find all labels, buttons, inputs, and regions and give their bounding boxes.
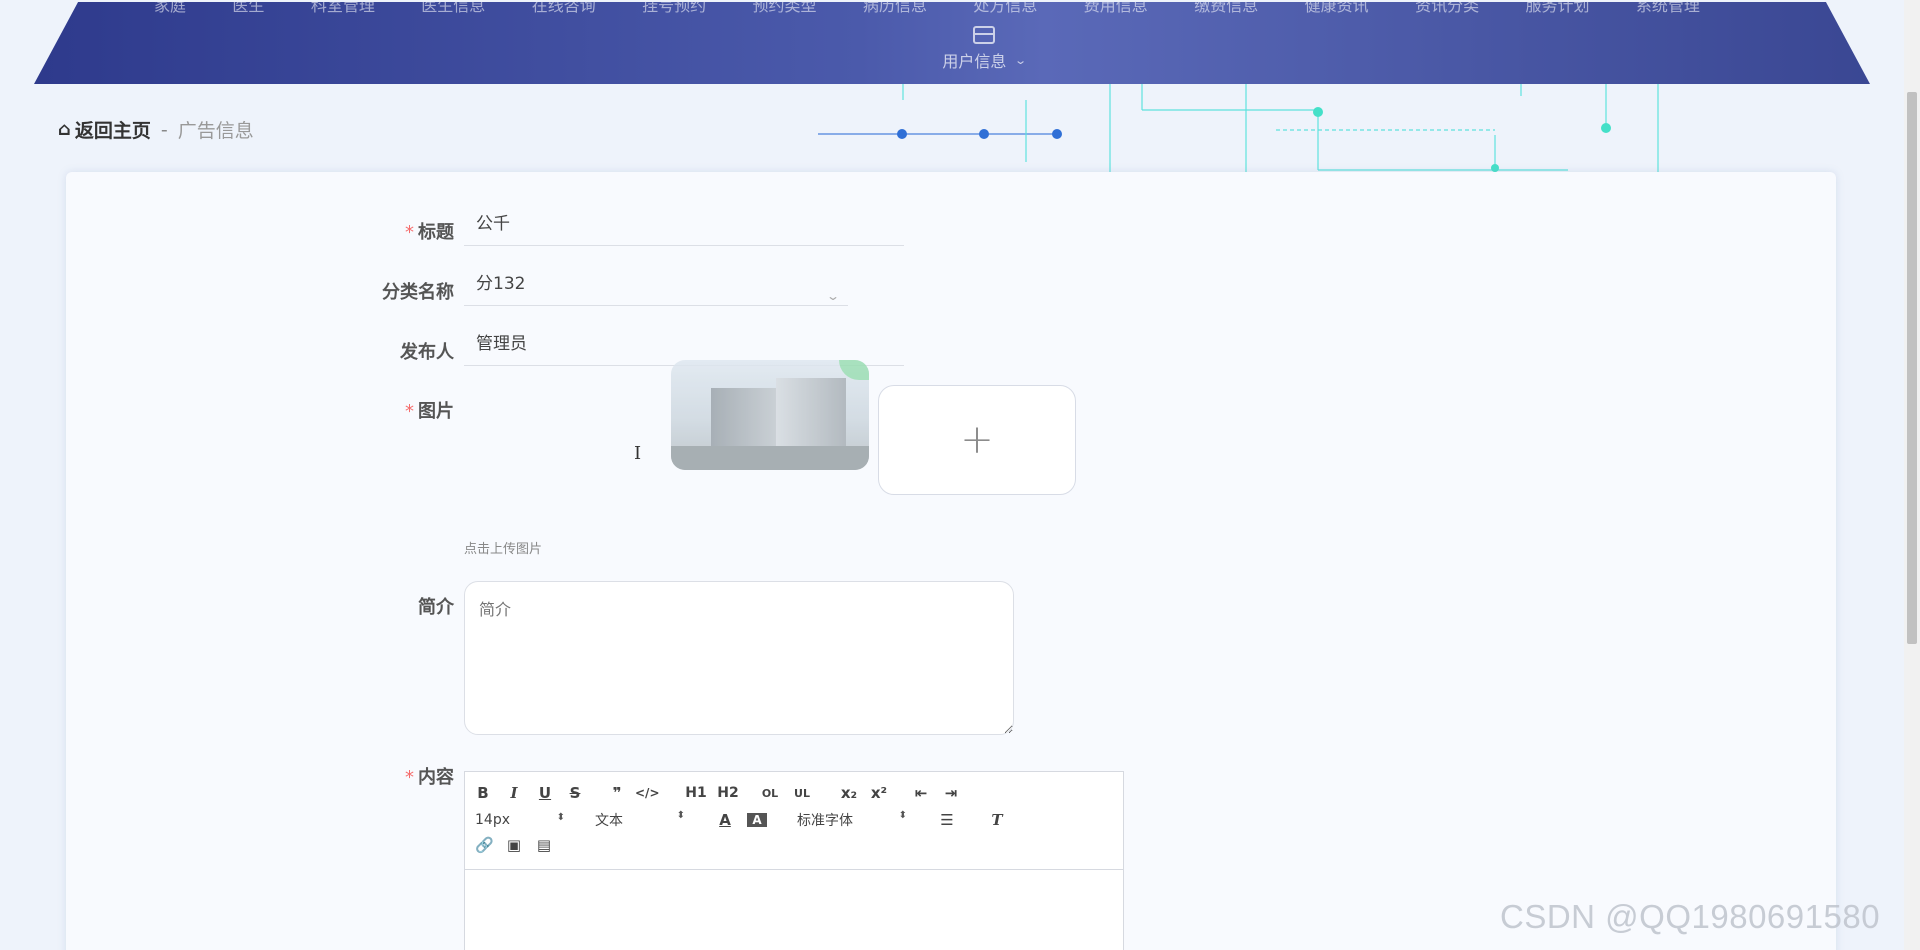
building-shape <box>711 388 781 448</box>
title-label-text: 标题 <box>418 222 454 243</box>
summary-label-text: 简介 <box>418 597 454 618</box>
image-icon[interactable]: ▣ <box>505 836 523 854</box>
card-icon <box>973 26 995 44</box>
background-color-icon[interactable]: A <box>747 813 767 827</box>
font-color-icon[interactable]: A <box>715 811 735 829</box>
leaf-shape <box>839 360 869 380</box>
strike-button[interactable]: S <box>567 784 583 802</box>
superscript-button[interactable]: x² <box>869 784 889 802</box>
upload-hint: 点击上传图片 <box>464 542 543 557</box>
required-mark: * <box>405 767 414 788</box>
image-label: * 图片 <box>294 397 454 423</box>
editor-toolbar: B I U S ❞ </> H1 H2 OL UL x₂ x² ⇤ ⇥ 14px… <box>465 772 1123 870</box>
top-navigation: 家庭 医生 科室管理 医生信息 在线咨询 挂号预约 预约类型 病历信息 处方信息… <box>34 2 1870 84</box>
outdent-button[interactable]: ⇤ <box>911 784 931 802</box>
font-size-value: 14px <box>475 812 510 828</box>
required-mark: * <box>405 401 414 422</box>
indent-button[interactable]: ⇥ <box>941 784 961 802</box>
scrollbar-thumb[interactable] <box>1907 92 1917 644</box>
title-input[interactable]: 公千 <box>464 204 904 246</box>
font-family-value: 标准字体 <box>797 813 853 829</box>
subscript-button[interactable]: x₂ <box>839 784 859 802</box>
align-icon[interactable]: ☰ <box>937 811 957 829</box>
h2-button[interactable]: H2 <box>717 785 739 801</box>
nav-item[interactable]: 医生 <box>232 2 264 15</box>
chevron-down-icon: ⌄ <box>825 289 841 303</box>
select-arrows-icon: ⬍ <box>676 810 685 821</box>
ordered-list-button[interactable]: OL <box>759 787 781 800</box>
summary-textarea[interactable] <box>464 581 1014 735</box>
paragraph-select[interactable]: 文本 ⬍ <box>595 810 685 830</box>
nav-item[interactable]: 挂号预约 <box>642 2 706 15</box>
nav-item[interactable]: 健康资讯 <box>1305 2 1369 15</box>
home-link-label: 返回主页 <box>74 120 151 142</box>
content-label-text: 内容 <box>418 767 454 788</box>
nav-item[interactable]: 资讯分类 <box>1415 2 1479 15</box>
publisher-label-text: 发布人 <box>400 342 454 363</box>
toolbar-row: B I U S ❞ </> H1 H2 OL UL x₂ x² ⇤ ⇥ <box>475 784 961 802</box>
font-size-select[interactable]: 14px ⬍ <box>475 812 565 828</box>
nav-item[interactable]: 病历信息 <box>863 2 927 15</box>
uploaded-image-thumbnail[interactable] <box>671 360 869 470</box>
nav-item[interactable]: 缴费信息 <box>1194 2 1258 15</box>
image-upload-button[interactable]: + <box>878 385 1076 495</box>
page-scrollbar[interactable] <box>1904 0 1920 950</box>
publisher-label: 发布人 <box>294 338 454 364</box>
blockquote-button[interactable]: ❞ <box>607 784 627 802</box>
bullet-list-button[interactable]: UL <box>791 787 813 800</box>
building-shape <box>776 378 846 450</box>
link-icon[interactable]: 🔗 <box>475 836 494 854</box>
nav-item[interactable]: 系统管理 <box>1636 2 1700 15</box>
plus-icon: + <box>960 417 994 463</box>
nav-item[interactable]: 预约类型 <box>753 2 817 15</box>
italic-button[interactable]: I <box>506 784 522 802</box>
underline-button[interactable]: U <box>537 784 553 802</box>
nav-item[interactable]: 医生信息 <box>421 2 485 15</box>
breadcrumb-separator: - <box>160 118 168 141</box>
watermark: CSDN @QQ1980691580 <box>1500 898 1881 935</box>
font-family-select[interactable]: 标准字体 ⬍ <box>797 810 907 830</box>
toolbar-row: 14px ⬍ 文本 ⬍ A A 标准字体 ⬍ ☰ T <box>475 810 1007 830</box>
user-info-menu[interactable]: 用户信息 ⌄ <box>914 26 1054 84</box>
nav-item[interactable]: 在线咨询 <box>532 2 596 15</box>
nav-item[interactable]: 家庭 <box>154 2 186 15</box>
h1-button[interactable]: H1 <box>685 785 707 801</box>
category-value: 分132 <box>476 274 526 294</box>
title-label: * 标题 <box>294 218 454 244</box>
home-link[interactable]: ⌂ 返回主页 <box>58 116 151 143</box>
rich-text-editor[interactable]: B I U S ❞ </> H1 H2 OL UL x₂ x² ⇤ ⇥ 14px… <box>464 771 1124 950</box>
nav-item[interactable]: 科室管理 <box>311 2 375 15</box>
summary-label: 简介 <box>294 593 454 619</box>
category-label: 分类名称 <box>294 278 454 304</box>
nav-item[interactable]: 处方信息 <box>973 2 1037 15</box>
ground-shape <box>671 446 869 470</box>
code-button[interactable]: </> <box>635 786 660 800</box>
video-icon[interactable]: ▤ <box>535 836 553 854</box>
required-mark: * <box>405 222 414 243</box>
select-arrows-icon: ⬍ <box>556 812 565 823</box>
breadcrumb: ⌂ 返回主页 - 广告信息 <box>58 116 254 143</box>
nav-item[interactable]: 服务计划 <box>1525 2 1589 15</box>
clear-format-icon[interactable]: T <box>987 811 1007 829</box>
category-label-text: 分类名称 <box>382 282 454 303</box>
toolbar-row: 🔗 ▣ ▤ <box>475 836 553 854</box>
category-select[interactable]: 分132 ⌄ <box>464 264 848 306</box>
home-icon: ⌂ <box>58 119 71 140</box>
user-info-label: 用户信息 <box>942 52 1007 71</box>
image-label-text: 图片 <box>418 401 454 422</box>
nav-items: 家庭 医生 科室管理 医生信息 在线咨询 挂号预约 预约类型 病历信息 处方信息… <box>34 2 1870 15</box>
select-arrows-icon: ⬍ <box>898 810 907 821</box>
chevron-down-icon: ⌄ <box>1014 53 1028 67</box>
content-label: * 内容 <box>294 763 454 789</box>
nav-item[interactable]: 费用信息 <box>1084 2 1148 15</box>
text-cursor-icon: I <box>634 443 642 464</box>
breadcrumb-current: 广告信息 <box>177 120 254 142</box>
paragraph-value: 文本 <box>595 813 623 829</box>
bold-button[interactable]: B <box>475 784 491 802</box>
